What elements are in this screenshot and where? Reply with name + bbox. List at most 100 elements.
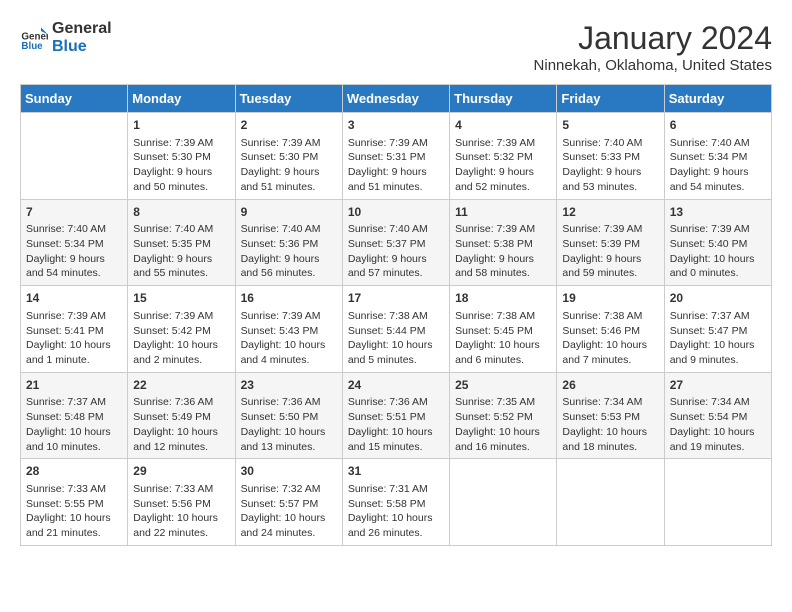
- day-number: 22: [133, 377, 229, 394]
- calendar-cell: 22Sunrise: 7:36 AM Sunset: 5:49 PM Dayli…: [128, 372, 235, 459]
- calendar-cell: 5 Sunrise: 7:40 AM Sunset: 5:33 PM Daylig…: [557, 113, 664, 200]
- day-info: Sunrise: 7:39 AM Sunset: 5:43 PM Dayligh…: [241, 309, 337, 368]
- day-number: 20: [670, 290, 766, 307]
- day-info: Sunrise: 7:34 AM Sunset: 5:53 PM Dayligh…: [562, 395, 658, 454]
- day-info: Sunrise: 7:38 AM Sunset: 5:44 PM Dayligh…: [348, 309, 444, 368]
- day-number: 28: [26, 463, 122, 480]
- day-info: Sunrise: 7:39 AM Sunset: 5:31 PM Dayligh…: [348, 136, 444, 195]
- day-number: 21: [26, 377, 122, 394]
- week-row-3: 14Sunrise: 7:39 AM Sunset: 5:41 PM Dayli…: [21, 286, 772, 373]
- calendar-cell: [21, 113, 128, 200]
- day-info: Sunrise: 7:39 AM Sunset: 5:30 PM Dayligh…: [241, 136, 337, 195]
- day-info: Sunrise: 7:33 AM Sunset: 5:56 PM Dayligh…: [133, 482, 229, 541]
- day-info: Sunrise: 7:40 AM Sunset: 5:36 PM Dayligh…: [241, 222, 337, 281]
- column-header-friday: Friday: [557, 85, 664, 113]
- day-info: Sunrise: 7:34 AM Sunset: 5:54 PM Dayligh…: [670, 395, 766, 454]
- day-info: Sunrise: 7:36 AM Sunset: 5:51 PM Dayligh…: [348, 395, 444, 454]
- day-info: Sunrise: 7:35 AM Sunset: 5:52 PM Dayligh…: [455, 395, 551, 454]
- day-info: Sunrise: 7:32 AM Sunset: 5:57 PM Dayligh…: [241, 482, 337, 541]
- day-number: 8: [133, 204, 229, 221]
- calendar-cell: 14Sunrise: 7:39 AM Sunset: 5:41 PM Dayli…: [21, 286, 128, 373]
- day-number: 30: [241, 463, 337, 480]
- day-number: 12: [562, 204, 658, 221]
- day-number: 25: [455, 377, 551, 394]
- column-header-thursday: Thursday: [450, 85, 557, 113]
- day-info: Sunrise: 7:40 AM Sunset: 5:35 PM Dayligh…: [133, 222, 229, 281]
- day-number: 17: [348, 290, 444, 307]
- logo-icon: General Blue: [20, 24, 48, 52]
- day-number: 10: [348, 204, 444, 221]
- day-info: Sunrise: 7:39 AM Sunset: 5:38 PM Dayligh…: [455, 222, 551, 281]
- calendar-cell: 21Sunrise: 7:37 AM Sunset: 5:48 PM Dayli…: [21, 372, 128, 459]
- logo: General Blue General Blue: [20, 20, 112, 55]
- day-number: 13: [670, 204, 766, 221]
- week-row-4: 21Sunrise: 7:37 AM Sunset: 5:48 PM Dayli…: [21, 372, 772, 459]
- calendar-cell: 28 Sunrise: 7:33 AM Sunset: 5:55 PM Dayli…: [21, 459, 128, 546]
- day-info: Sunrise: 7:39 AM Sunset: 5:30 PM Dayligh…: [133, 136, 229, 195]
- calendar-cell: 6 Sunrise: 7:40 AM Sunset: 5:34 PM Daylig…: [664, 113, 771, 200]
- calendar-cell: [557, 459, 664, 546]
- calendar-cell: 19 Sunrise: 7:38 AM Sunset: 5:46 PM Dayli…: [557, 286, 664, 373]
- svg-text:Blue: Blue: [21, 41, 43, 52]
- logo-line1: General: [52, 20, 112, 38]
- calendar-header: SundayMondayTuesdayWednesdayThursdayFrid…: [21, 85, 772, 113]
- day-info: Sunrise: 7:38 AM Sunset: 5:45 PM Dayligh…: [455, 309, 551, 368]
- calendar-cell: 17 Sunrise: 7:38 AM Sunset: 5:44 PM Dayli…: [342, 286, 449, 373]
- day-number: 24: [348, 377, 444, 394]
- day-number: 14: [26, 290, 122, 307]
- calendar-cell: 29Sunrise: 7:33 AM Sunset: 5:56 PM Dayli…: [128, 459, 235, 546]
- day-number: 18: [455, 290, 551, 307]
- day-number: 23: [241, 377, 337, 394]
- calendar-cell: [450, 459, 557, 546]
- calendar-cell: 16 Sunrise: 7:39 AM Sunset: 5:43 PM Dayli…: [235, 286, 342, 373]
- calendar-cell: 11Sunrise: 7:39 AM Sunset: 5:38 PM Dayli…: [450, 199, 557, 286]
- day-info: Sunrise: 7:33 AM Sunset: 5:55 PM Dayligh…: [26, 482, 122, 541]
- calendar-cell: 1 Sunrise: 7:39 AM Sunset: 5:30 PM Daylig…: [128, 113, 235, 200]
- calendar-cell: 18 Sunrise: 7:38 AM Sunset: 5:45 PM Dayli…: [450, 286, 557, 373]
- day-number: 16: [241, 290, 337, 307]
- calendar-cell: 30 Sunrise: 7:32 AM Sunset: 5:57 PM Dayli…: [235, 459, 342, 546]
- calendar-cell: 31Sunrise: 7:31 AM Sunset: 5:58 PM Dayli…: [342, 459, 449, 546]
- day-info: Sunrise: 7:40 AM Sunset: 5:34 PM Dayligh…: [670, 136, 766, 195]
- column-header-monday: Monday: [128, 85, 235, 113]
- calendar-cell: 13Sunrise: 7:39 AM Sunset: 5:40 PM Dayli…: [664, 199, 771, 286]
- day-number: 19: [562, 290, 658, 307]
- day-info: Sunrise: 7:40 AM Sunset: 5:33 PM Dayligh…: [562, 136, 658, 195]
- calendar-cell: 12Sunrise: 7:39 AM Sunset: 5:39 PM Dayli…: [557, 199, 664, 286]
- day-info: Sunrise: 7:36 AM Sunset: 5:49 PM Dayligh…: [133, 395, 229, 454]
- calendar-cell: 24Sunrise: 7:36 AM Sunset: 5:51 PM Dayli…: [342, 372, 449, 459]
- calendar-cell: 2 Sunrise: 7:39 AM Sunset: 5:30 PM Daylig…: [235, 113, 342, 200]
- calendar-cell: [664, 459, 771, 546]
- day-info: Sunrise: 7:39 AM Sunset: 5:32 PM Dayligh…: [455, 136, 551, 195]
- day-number: 2: [241, 117, 337, 134]
- calendar-cell: 3Sunrise: 7:39 AM Sunset: 5:31 PM Daylig…: [342, 113, 449, 200]
- day-number: 27: [670, 377, 766, 394]
- day-number: 1: [133, 117, 229, 134]
- calendar-cell: 26Sunrise: 7:34 AM Sunset: 5:53 PM Dayli…: [557, 372, 664, 459]
- day-number: 6: [670, 117, 766, 134]
- calendar-body: 1 Sunrise: 7:39 AM Sunset: 5:30 PM Daylig…: [21, 113, 772, 546]
- day-number: 4: [455, 117, 551, 134]
- day-number: 31: [348, 463, 444, 480]
- day-number: 9: [241, 204, 337, 221]
- day-number: 5: [562, 117, 658, 134]
- week-row-2: 7Sunrise: 7:40 AM Sunset: 5:34 PM Daylig…: [21, 199, 772, 286]
- calendar-cell: 8Sunrise: 7:40 AM Sunset: 5:35 PM Daylig…: [128, 199, 235, 286]
- day-number: 11: [455, 204, 551, 221]
- week-row-5: 28 Sunrise: 7:33 AM Sunset: 5:55 PM Dayli…: [21, 459, 772, 546]
- week-row-1: 1 Sunrise: 7:39 AM Sunset: 5:30 PM Daylig…: [21, 113, 772, 200]
- calendar-cell: 7Sunrise: 7:40 AM Sunset: 5:34 PM Daylig…: [21, 199, 128, 286]
- day-number: 15: [133, 290, 229, 307]
- page-header: General Blue General Blue January 2024 N…: [20, 20, 772, 74]
- title-block: January 2024 Ninnekah, Oklahoma, United …: [534, 20, 772, 74]
- calendar-cell: 27Sunrise: 7:34 AM Sunset: 5:54 PM Dayli…: [664, 372, 771, 459]
- day-number: 7: [26, 204, 122, 221]
- calendar-cell: 20Sunrise: 7:37 AM Sunset: 5:47 PM Dayli…: [664, 286, 771, 373]
- day-info: Sunrise: 7:39 AM Sunset: 5:42 PM Dayligh…: [133, 309, 229, 368]
- day-info: Sunrise: 7:37 AM Sunset: 5:48 PM Dayligh…: [26, 395, 122, 454]
- calendar-subtitle: Ninnekah, Oklahoma, United States: [534, 57, 772, 74]
- calendar-cell: 23Sunrise: 7:36 AM Sunset: 5:50 PM Dayli…: [235, 372, 342, 459]
- logo-line2: Blue: [52, 38, 112, 56]
- column-header-sunday: Sunday: [21, 85, 128, 113]
- day-info: Sunrise: 7:38 AM Sunset: 5:46 PM Dayligh…: [562, 309, 658, 368]
